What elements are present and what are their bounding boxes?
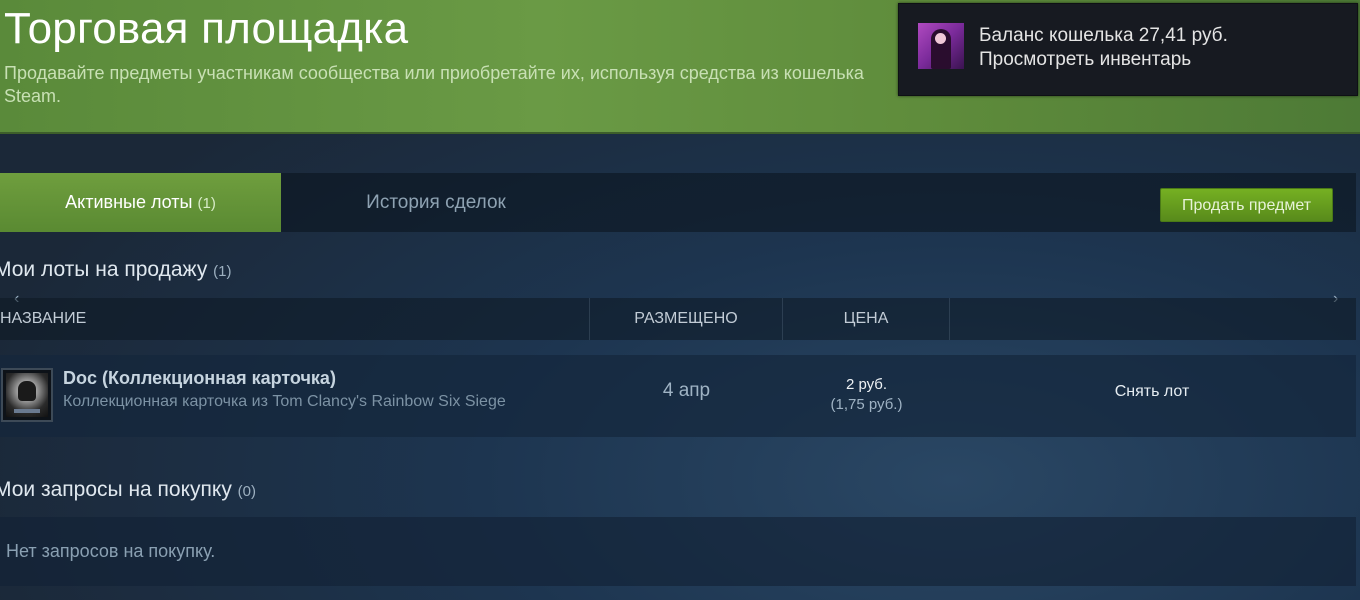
- column-header-listed[interactable]: РАЗМЕЩЕНО: [590, 298, 783, 340]
- item-price-net: (1,75 руб.): [830, 396, 903, 413]
- item-price: 2 руб.: [845, 376, 888, 393]
- column-header-price[interactable]: ЦЕНА: [783, 298, 950, 340]
- market-page: Торговая площадка Продавайте предметы уч…: [0, 0, 1360, 600]
- tab-active-listings-label: Активные лоты: [65, 192, 193, 212]
- item-image[interactable]: [1, 368, 53, 422]
- tab-active-listings-count: (1): [197, 195, 216, 212]
- item-name-link[interactable]: Doc (Коллекционная карточка): [63, 368, 336, 389]
- listings-count: (1): [213, 263, 232, 280]
- column-header-name[interactable]: НАЗВАНИЕ: [0, 298, 590, 340]
- listings-section-title: Мои лоты на продажу (1): [0, 258, 232, 282]
- item-listed-date: 4 апр: [662, 380, 711, 401]
- wallet-balance: Баланс кошелька 27,41 руб.: [979, 25, 1228, 46]
- helmet-icon: [18, 381, 36, 401]
- remove-listing-button[interactable]: Снять лот: [1092, 379, 1212, 405]
- listing-row: Doc (Коллекционная карточка) Коллекционн…: [0, 355, 1356, 437]
- listings-table-header: НАЗВАНИЕ РАЗМЕЩЕНО ЦЕНА: [0, 298, 1356, 340]
- tab-trade-history[interactable]: История сделок: [300, 173, 572, 232]
- buy-requests-count: (0): [237, 483, 257, 500]
- item-game-name: Коллекционная карточка из Tom Clancy's R…: [63, 393, 506, 410]
- buy-requests-empty-row: Нет запросов на покупку.: [0, 517, 1356, 586]
- page-title: Торговая площадка: [4, 4, 409, 53]
- wallet-panel: Баланс кошелька 27,41 руб. Просмотреть и…: [898, 3, 1358, 96]
- buy-requests-title: Мои запросы на покупку: [0, 478, 232, 501]
- buy-requests-section-title: Мои запросы на покупку (0): [0, 478, 256, 502]
- market-tabs: Активные лоты (1) История сделок Продать…: [0, 173, 1356, 232]
- tab-active-listings[interactable]: Активные лоты (1): [0, 173, 281, 232]
- avatar-face-icon: [935, 33, 946, 44]
- market-header: Торговая площадка Продавайте предметы уч…: [0, 0, 1360, 134]
- avatar[interactable]: [918, 23, 964, 69]
- sell-item-button[interactable]: Продать предмет: [1160, 188, 1333, 222]
- listings-title: Мои лоты на продажу: [0, 258, 208, 281]
- operator-card-icon: [6, 373, 48, 417]
- page-subtitle: Продавайте предметы участникам сообществ…: [4, 63, 864, 106]
- buy-requests-empty-text: Нет запросов на покупку.: [6, 541, 216, 561]
- card-tag-icon: [14, 409, 40, 413]
- view-inventory-link[interactable]: Просмотреть инвентарь: [979, 49, 1191, 71]
